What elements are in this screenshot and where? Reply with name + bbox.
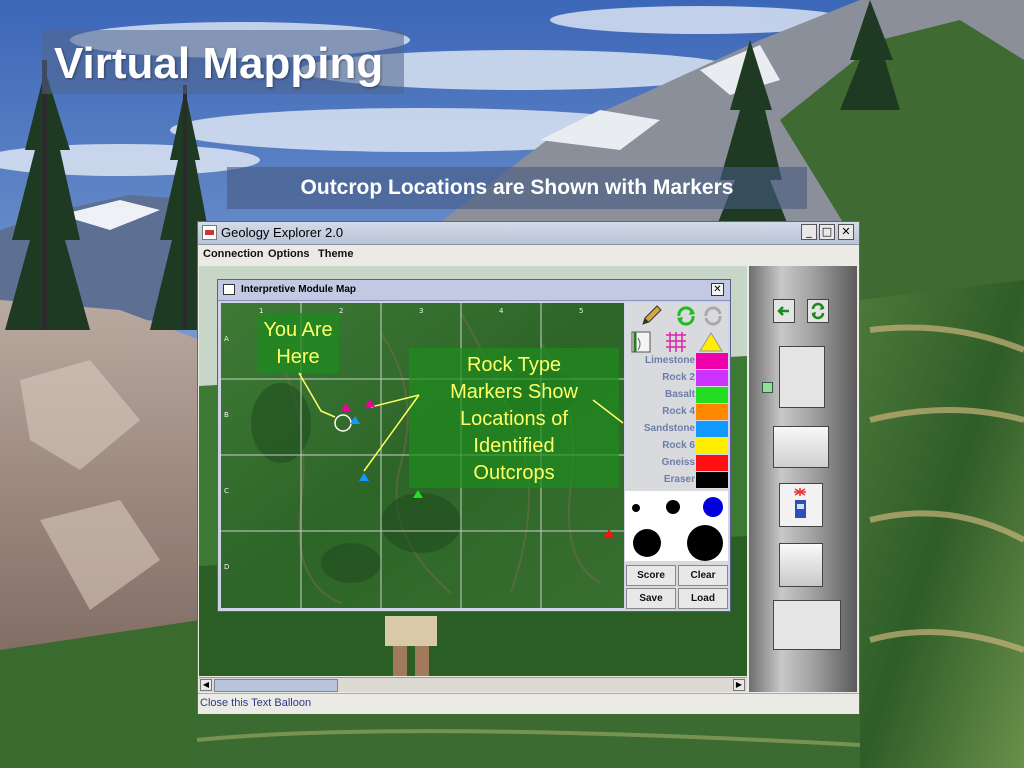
- slide-subtitle-box: Outcrop Locations are Shown with Markers: [227, 167, 807, 209]
- status-indicator: [762, 382, 773, 393]
- rotate-icon[interactable]: [700, 304, 726, 328]
- right-tool-panel: [749, 266, 857, 692]
- rock6-swatch[interactable]: [696, 438, 728, 454]
- menu-theme[interactable]: Theme: [318, 248, 353, 260]
- rock-label-rock2: Rock 2: [662, 372, 695, 383]
- rock-row-rock2[interactable]: Rock 2: [625, 370, 728, 387]
- horizontal-scrollbar[interactable]: ◀ ▶: [199, 677, 747, 692]
- map-tools-palette: Limestone Rock 2 Basalt Rock 4 Sandstone…: [625, 303, 728, 609]
- status-text[interactable]: Close this Text Balloon: [200, 697, 311, 709]
- inventory-slot-3[interactable]: [779, 483, 823, 527]
- slide-title-box: Virtual Mapping: [42, 30, 404, 94]
- rock-markers-line-2: Markers Show: [450, 381, 578, 403]
- window-title: Geology Explorer 2.0: [221, 225, 344, 240]
- rock-label-sandstone: Sandstone: [643, 423, 695, 434]
- refresh-icon[interactable]: [673, 304, 699, 328]
- clear-button[interactable]: Clear: [678, 565, 728, 586]
- brush-size-large[interactable]: [633, 529, 661, 557]
- app-icon: [202, 225, 217, 240]
- inventory-slot-2[interactable]: [773, 426, 829, 468]
- sync-icon[interactable]: [807, 299, 829, 323]
- grid-icon[interactable]: [663, 330, 689, 354]
- inventory-item-icon: [794, 488, 806, 518]
- brush-size-medium[interactable]: [666, 500, 680, 514]
- slide-title: Virtual Mapping: [54, 39, 384, 88]
- grid-col-label-3: 3: [419, 307, 423, 315]
- map-titlebar[interactable]: Interpretive Module Map ✕: [218, 280, 730, 301]
- grid-col-label-2: 2: [339, 307, 343, 315]
- grid-col-label-5: 5: [579, 307, 583, 315]
- menu-connection[interactable]: Connection: [203, 248, 264, 260]
- map-canvas[interactable]: 1 2 3 4 5 A B C D You Are Here Rock Type…: [221, 303, 624, 608]
- rock-row-gneiss[interactable]: Gneiss: [625, 455, 728, 472]
- rock-row-basalt[interactable]: Basalt: [625, 387, 728, 404]
- map-close-button[interactable]: ✕: [711, 283, 724, 296]
- menu-options[interactable]: Options: [268, 248, 310, 260]
- basalt-swatch[interactable]: [696, 387, 728, 403]
- slide-subtitle: Outcrop Locations are Shown with Markers: [300, 176, 734, 199]
- grid-row-label-b: B: [224, 411, 229, 419]
- you-are-here-label: You Are Here: [257, 317, 339, 371]
- minimize-button[interactable]: _: [801, 224, 817, 240]
- load-button[interactable]: Load: [678, 588, 728, 609]
- map-title: Interpretive Module Map: [241, 284, 357, 295]
- rock-label-rock4: Rock 4: [662, 406, 695, 417]
- menu-bar: Connection Options Theme: [198, 245, 859, 265]
- rock-markers-line-3: Locations of: [460, 408, 568, 430]
- rock-row-eraser[interactable]: Eraser: [625, 472, 728, 489]
- window-titlebar[interactable]: Geology Explorer 2.0 _ □ ✕: [198, 222, 859, 245]
- gneiss-swatch[interactable]: [696, 455, 728, 471]
- rock-markers-line-1: Rock Type: [466, 354, 562, 376]
- grid-col-label-4: 4: [499, 307, 504, 315]
- rock-row-rock4[interactable]: Rock 4: [625, 404, 728, 421]
- interpretive-map-window: Interpretive Module Map ✕ 1 2 3 4 5 A B …: [217, 279, 731, 612]
- rock-label-gneiss: Gneiss: [661, 457, 695, 468]
- grid-row-label-a: A: [224, 335, 229, 343]
- map-window-icon: [223, 284, 235, 295]
- rock4-swatch[interactable]: [696, 404, 728, 420]
- brush-size-xlarge[interactable]: [687, 525, 723, 561]
- scroll-right-icon[interactable]: ▶: [733, 679, 745, 691]
- rock-row-limestone[interactable]: Limestone: [625, 353, 728, 370]
- triangle-icon[interactable]: [697, 330, 725, 354]
- book-icon[interactable]: [629, 330, 655, 354]
- rock-markers-label: Rock Type Markers Show Locations of Iden…: [409, 352, 619, 487]
- status-bar: Close this Text Balloon: [198, 693, 859, 714]
- brush-size-selected[interactable]: [703, 497, 723, 517]
- you-are-here-line-2: Here: [276, 346, 320, 368]
- limestone-swatch[interactable]: [696, 353, 728, 369]
- brush-size-selector: [625, 491, 728, 561]
- grid-row-label-c: C: [224, 487, 229, 495]
- rock-label-eraser: Eraser: [663, 474, 695, 485]
- scroll-left-icon[interactable]: ◀: [200, 679, 212, 691]
- rock2-swatch[interactable]: [696, 370, 728, 386]
- rock-markers-line-5: Outcrops: [473, 462, 555, 484]
- pencil-icon[interactable]: [639, 304, 665, 328]
- inventory-slot-4[interactable]: [779, 543, 823, 587]
- rock-label-rock6: Rock 6: [662, 440, 695, 451]
- save-button[interactable]: Save: [626, 588, 676, 609]
- rock-markers-line-4: Identified: [473, 435, 555, 457]
- you-are-here-line-1: You Are: [263, 319, 333, 341]
- eraser-swatch[interactable]: [696, 472, 728, 488]
- inventory-slot-5[interactable]: [773, 600, 841, 650]
- close-button[interactable]: ✕: [838, 224, 854, 240]
- maximize-button[interactable]: □: [819, 224, 835, 240]
- rock-label-limestone: Limestone: [644, 355, 695, 366]
- scroll-thumb[interactable]: [214, 679, 338, 692]
- back-arrow-icon[interactable]: [773, 299, 795, 323]
- rock-row-sandstone[interactable]: Sandstone: [625, 421, 728, 438]
- grid-row-label-d: D: [224, 563, 229, 571]
- score-button[interactable]: Score: [626, 565, 676, 586]
- sandstone-swatch[interactable]: [696, 421, 728, 437]
- inventory-slot-1[interactable]: [779, 346, 825, 408]
- rock-label-basalt: Basalt: [664, 389, 695, 400]
- brush-size-small[interactable]: [632, 504, 640, 512]
- rock-row-rock6[interactable]: Rock 6: [625, 438, 728, 455]
